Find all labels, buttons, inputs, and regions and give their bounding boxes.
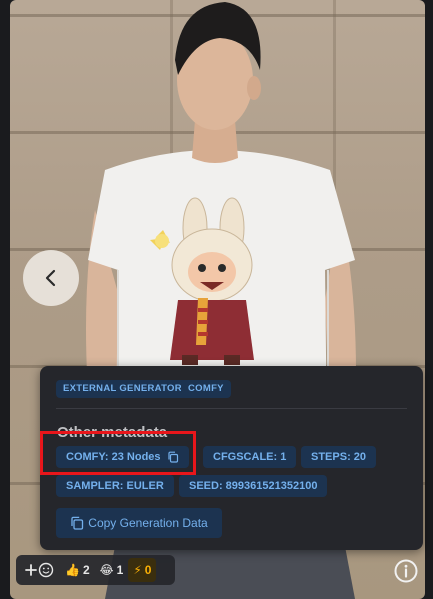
laughing-icon: 😂 bbox=[99, 563, 114, 577]
chevron-left-icon bbox=[45, 269, 56, 287]
info-circle-icon bbox=[394, 559, 418, 583]
reaction-count: 1 bbox=[116, 563, 124, 577]
highlight-annotation bbox=[40, 431, 196, 475]
reaction-thumbs-up[interactable]: 👍 2 bbox=[60, 558, 95, 582]
chip-cfgscale: CFGSCALE: 1 bbox=[203, 446, 297, 468]
add-reaction-icon bbox=[25, 562, 54, 578]
copy-generation-data-button[interactable]: Copy Generation Data bbox=[56, 508, 222, 538]
previous-image-button[interactable] bbox=[23, 250, 79, 306]
chip-sampler: SAMPLER: EULER bbox=[56, 475, 174, 497]
chip-seed: SEED: 899361521352100 bbox=[179, 475, 328, 497]
copy-icon bbox=[71, 516, 84, 530]
chip-steps: STEPS: 20 bbox=[301, 446, 377, 468]
reaction-buzz[interactable]: ⚡ 0 bbox=[128, 558, 157, 582]
thumbs-up-icon: 👍 bbox=[65, 563, 80, 577]
reaction-laughing[interactable]: 😂 1 bbox=[95, 558, 129, 582]
tag-external-generator: EXTERNAL GENERATOR bbox=[56, 380, 189, 398]
tag-comfy: COMFY bbox=[181, 380, 231, 398]
copy-button-label: Copy Generation Data bbox=[88, 516, 208, 530]
reactions-bar: 👍 2 😂 1 ⚡ 0 bbox=[16, 555, 175, 585]
lightning-icon: ⚡ bbox=[133, 563, 142, 577]
reaction-count: 2 bbox=[82, 563, 90, 577]
add-reaction-button[interactable] bbox=[20, 558, 60, 582]
info-button[interactable] bbox=[393, 558, 419, 584]
divider bbox=[56, 408, 407, 409]
reaction-count: 0 bbox=[144, 563, 152, 577]
